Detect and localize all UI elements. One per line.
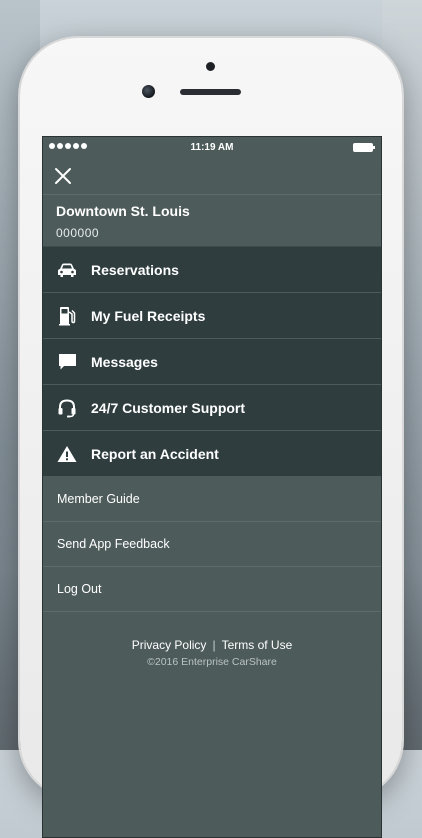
front-camera bbox=[142, 85, 155, 98]
account-id: 000000 bbox=[56, 226, 100, 240]
menu-item-label: Messages bbox=[91, 353, 158, 370]
message-bubble-icon bbox=[58, 353, 76, 369]
menu-item-label: My Fuel Receipts bbox=[91, 307, 206, 324]
account-summary: Downtown St. Louis 000000 bbox=[43, 195, 381, 247]
menu-item-label: 24/7 Customer Support bbox=[91, 399, 246, 416]
earpiece-speaker bbox=[180, 89, 241, 95]
fuel-pump-icon bbox=[59, 306, 76, 325]
close-icon bbox=[55, 167, 71, 184]
menu-item-label: Report an Accident bbox=[91, 445, 219, 462]
footer-separator: | bbox=[212, 638, 216, 652]
app-screen: 11:19 AM Downtown St. Louis 000000 Reser… bbox=[42, 136, 382, 838]
menu-item-send-feedback[interactable]: Send App Feedback bbox=[43, 522, 381, 567]
headset-icon bbox=[58, 398, 76, 417]
menu-item-fuel-receipts[interactable]: My Fuel Receipts bbox=[43, 293, 381, 339]
close-button[interactable] bbox=[43, 157, 83, 194]
menu-footer: Privacy Policy | Terms of Use ©2016 Enterp… bbox=[43, 612, 381, 668]
copyright-text: ©2016 Enterprise CarShare bbox=[147, 656, 277, 668]
warning-icon bbox=[57, 445, 77, 462]
privacy-policy-link[interactable]: Privacy Policy bbox=[132, 638, 207, 652]
account-name: Downtown St. Louis bbox=[56, 203, 190, 219]
menu-header bbox=[43, 157, 381, 195]
menu-item-log-out[interactable]: Log Out bbox=[43, 567, 381, 612]
battery-icon bbox=[353, 143, 375, 152]
terms-of-use-link[interactable]: Terms of Use bbox=[222, 638, 293, 652]
menu-item-label: Reservations bbox=[91, 261, 179, 278]
menu-item-messages[interactable]: Messages bbox=[43, 339, 381, 385]
menu-item-report-accident[interactable]: Report an Accident bbox=[43, 431, 381, 477]
menu-item-customer-support[interactable]: 24/7 Customer Support bbox=[43, 385, 381, 431]
car-icon bbox=[58, 263, 76, 277]
proximity-sensor bbox=[206, 62, 215, 71]
menu-item-reservations[interactable]: Reservations bbox=[43, 247, 381, 293]
status-time: 11:19 AM bbox=[190, 141, 234, 153]
signal-icon bbox=[49, 143, 87, 149]
footer-links: Privacy Policy | Terms of Use bbox=[43, 638, 381, 652]
status-bar: 11:19 AM bbox=[43, 137, 381, 157]
phone-frame: 11:19 AM Downtown St. Louis 000000 Reser… bbox=[20, 38, 402, 838]
menu-item-member-guide[interactable]: Member Guide bbox=[43, 477, 381, 522]
